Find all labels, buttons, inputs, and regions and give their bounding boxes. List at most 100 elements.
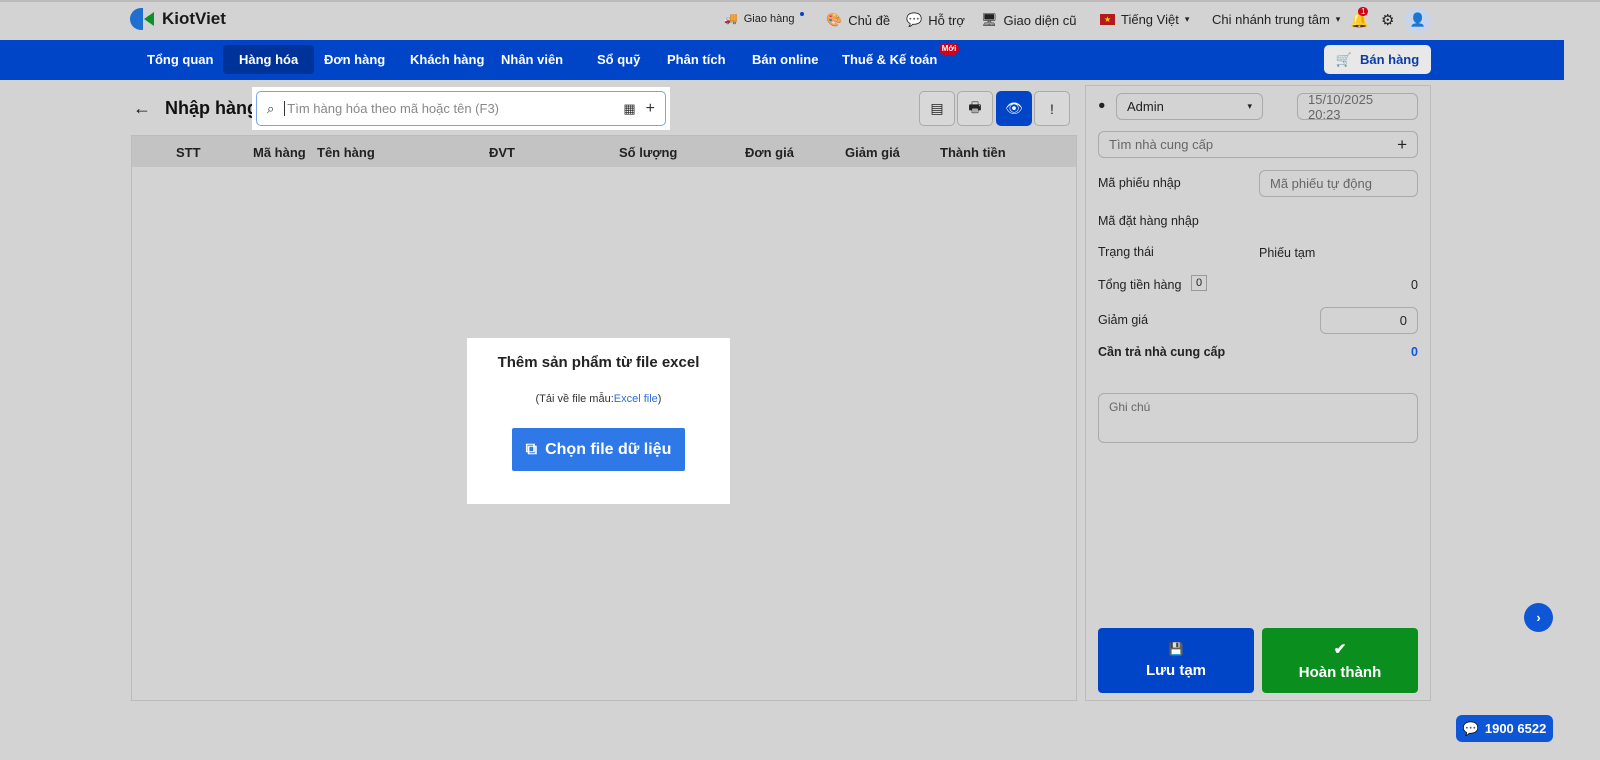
barcode-icon: ▤ xyxy=(930,100,944,116)
col-stt: STT xyxy=(176,145,201,160)
payable-label: Cần trả nhà cung cấp xyxy=(1098,345,1226,359)
page-header: ← Nhập hàng xyxy=(133,98,258,119)
print-button[interactable]: 🖶 xyxy=(957,91,993,126)
order-code-label: Mã đặt hàng nhập xyxy=(1098,214,1199,228)
check-icon: ✔ xyxy=(1333,641,1347,658)
nav-overview[interactable]: Tổng quan xyxy=(131,45,229,74)
nav-analytics[interactable]: Phân tích xyxy=(651,45,742,74)
nav-tax-accounting[interactable]: Thuế & Kế toán Mới xyxy=(826,43,960,74)
chat-icon: 💬 xyxy=(906,12,923,27)
old-ui-label: Giao diện cũ xyxy=(1003,12,1077,28)
nav-tax-label: Thuế & Kế toán xyxy=(842,52,938,67)
delivery-link[interactable]: 🚚 Giao hàng xyxy=(724,11,805,25)
nav-products[interactable]: Hàng hóa xyxy=(223,45,315,74)
download-suffix: ) xyxy=(657,393,662,405)
info-button[interactable]: ! xyxy=(1034,91,1070,126)
delivery-dot xyxy=(800,11,805,16)
user-value: Admin xyxy=(1127,99,1164,114)
kiotviet-logo[interactable]: KiotViet xyxy=(130,8,226,30)
avatar[interactable]: 👤 xyxy=(1405,7,1431,33)
receipt-code-label: Mã phiếu nhập xyxy=(1098,176,1181,190)
chevron-down-icon: ▾ xyxy=(1184,14,1190,24)
support-label: Hỗ trợ xyxy=(928,12,965,28)
col-quantity: Số lượng xyxy=(619,145,678,160)
excel-file-link[interactable]: Excel file xyxy=(614,393,658,405)
vietnam-flag-icon: ★ xyxy=(1100,14,1115,25)
hotline-number: 1900 6522 xyxy=(1484,721,1547,736)
col-discount: Giảm giá xyxy=(845,145,900,160)
search-placeholder: Tìm hàng hóa theo mã hoặc tên (F3) xyxy=(284,101,613,116)
copy-icon: ⧉ xyxy=(525,440,538,458)
download-prefix: (Tải về file mẫu: xyxy=(535,393,614,405)
choose-file-label: Chọn file dữ liệu xyxy=(545,440,672,458)
supplier-search[interactable]: Tìm nhà cung cấp + xyxy=(1098,131,1418,158)
theme-link[interactable]: 🎨 Chủ đề xyxy=(826,12,890,28)
page-title: Nhập hàng xyxy=(165,98,258,118)
complete-button[interactable]: ✔ Hoàn thành xyxy=(1262,628,1418,693)
nav-cashbook[interactable]: Sổ quỹ xyxy=(581,45,656,74)
notification-badge: 1 xyxy=(1358,7,1369,16)
total-count: 0 xyxy=(1191,275,1208,291)
view-button[interactable]: 👁 xyxy=(996,91,1032,126)
branch-label: Chi nhánh trung tâm xyxy=(1212,12,1330,27)
printer-icon: 🖶 xyxy=(968,98,982,115)
old-ui-link[interactable]: 🖥 Giao diện cũ xyxy=(981,12,1077,28)
brand-name: KiotViet xyxy=(162,9,226,28)
choose-file-button[interactable]: ⧉ Chọn file dữ liệu xyxy=(512,428,685,471)
sell-button[interactable]: 🛒 Bán hàng xyxy=(1324,45,1431,74)
back-arrow-icon[interactable]: ← xyxy=(133,98,151,119)
nav-staff[interactable]: Nhân viên xyxy=(485,45,579,74)
logo-icon xyxy=(130,8,156,30)
save-draft-button[interactable]: 💾 Lưu tạm xyxy=(1098,628,1254,693)
status-label: Trạng thái xyxy=(1098,245,1154,259)
bell-icon[interactable]: 🔔 1 xyxy=(1350,7,1369,29)
status-value: Phiếu tạm xyxy=(1259,246,1316,260)
nav-orders[interactable]: Đơn hàng xyxy=(308,45,401,74)
plus-icon[interactable]: + xyxy=(646,100,655,118)
note-input[interactable]: Ghi chú xyxy=(1098,393,1418,443)
complete-label: Hoàn thành xyxy=(1298,664,1382,681)
hotline-button[interactable]: 💬 1900 6522 xyxy=(1456,715,1553,742)
discount-label: Giảm giá xyxy=(1098,313,1149,327)
gear-icon[interactable]: ⚙ xyxy=(1381,11,1394,29)
sell-label: Bán hàng xyxy=(1359,52,1420,67)
col-total: Thành tiền xyxy=(940,145,1006,160)
support-link[interactable]: 💬 Hỗ trợ xyxy=(906,12,965,28)
table-header: STT Mã hàng Tên hàng ĐVT Số lượng Đơn gi… xyxy=(132,136,1076,167)
save-draft-label: Lưu tạm xyxy=(1145,662,1207,679)
product-search: ⌕ Tìm hàng hóa theo mã hoặc tên (F3) ▦ + xyxy=(252,87,670,130)
product-search-input[interactable]: ⌕ Tìm hàng hóa theo mã hoặc tên (F3) ▦ + xyxy=(256,91,666,126)
total-value: 0 xyxy=(1411,278,1418,292)
nav-online-sales[interactable]: Bán online xyxy=(736,45,834,74)
datetime-field[interactable]: 15/10/2025 20:23 xyxy=(1297,91,1418,122)
theme-label: Chủ đề xyxy=(848,12,891,28)
discount-input[interactable]: 0 xyxy=(1320,307,1418,334)
grid-icon[interactable]: ▦ xyxy=(623,101,635,117)
import-title: Thêm sản phẩm từ file excel xyxy=(497,354,700,371)
chat-bubble-icon: 💬 xyxy=(1462,720,1479,736)
barcode-button[interactable]: ▤ xyxy=(919,91,955,126)
language-select[interactable]: ★ Tiếng Việt ▾ xyxy=(1100,12,1189,27)
branch-select[interactable]: Chi nhánh trung tâm ▾ xyxy=(1212,12,1340,27)
monitor-icon: 🖥 xyxy=(981,12,998,27)
user-select[interactable]: Admin ▾ xyxy=(1116,93,1263,120)
col-name: Tên hàng xyxy=(317,145,375,160)
total-label: Tổng tiền hàng xyxy=(1098,278,1182,292)
chevron-down-icon: ▾ xyxy=(1247,101,1252,111)
discount-value: 0 xyxy=(1399,313,1407,328)
delivery-label: Giao hàng xyxy=(743,12,795,25)
truck-icon: 🚚 xyxy=(724,13,738,25)
col-unit: ĐVT xyxy=(489,145,515,160)
download-template: (Tải về file mẫu:Excel file) xyxy=(467,393,730,405)
col-price: Đơn giá xyxy=(745,145,794,160)
palette-icon: 🎨 xyxy=(826,12,843,27)
user-icon: ● xyxy=(1098,98,1106,112)
exclamation-icon: ! xyxy=(1050,100,1054,117)
cart-icon: 🛒 xyxy=(1335,51,1352,67)
chevron-right-icon[interactable]: › xyxy=(1524,603,1553,632)
plus-icon[interactable]: + xyxy=(1397,135,1407,155)
datetime-value: 15/10/2025 20:23 xyxy=(1308,91,1374,122)
col-code: Mã hàng xyxy=(253,145,306,160)
eye-icon: 👁 xyxy=(1005,100,1023,116)
receipt-code-input[interactable]: Mã phiếu tự động xyxy=(1259,170,1418,197)
